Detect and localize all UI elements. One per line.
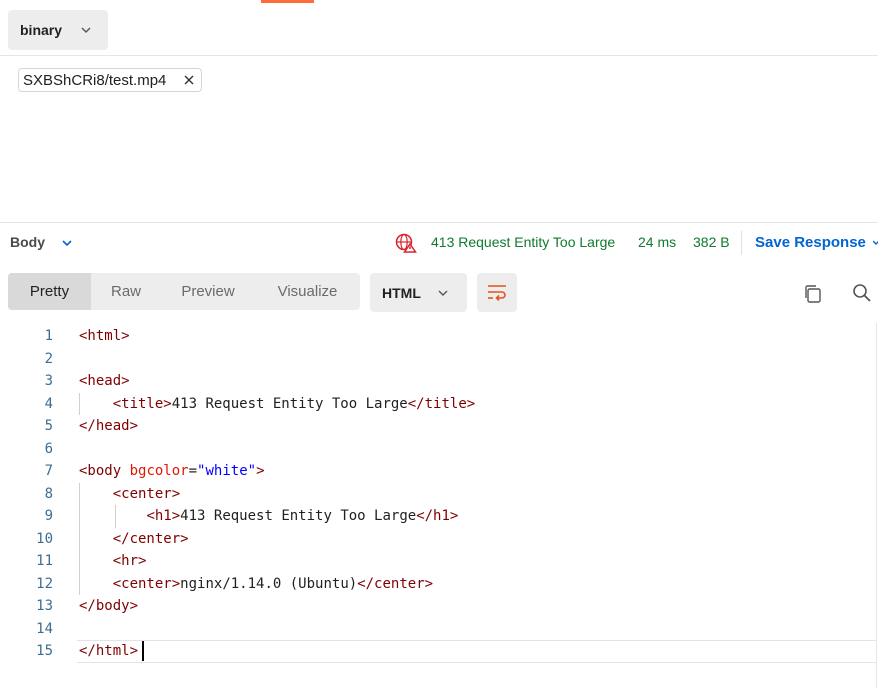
response-size[interactable]: 382 B xyxy=(693,234,730,250)
code-line[interactable]: 7 <body bgcolor="white"> xyxy=(0,460,876,483)
code-line[interactable]: 5 </head> xyxy=(0,415,876,438)
format-label: HTML xyxy=(382,284,421,301)
line-number: 14 xyxy=(36,620,53,637)
editor-border xyxy=(876,323,877,688)
line-content: <title>413 Request Entity Too Large</tit… xyxy=(112,395,476,412)
active-tab-indicator xyxy=(261,0,314,3)
text-caret xyxy=(142,641,144,661)
response-view-tabs: Pretty Raw Preview Visualize xyxy=(8,273,360,310)
line-number: 7 xyxy=(44,463,53,479)
code-line[interactable]: 9 <h1>413 Request Entity Too Large</h1> xyxy=(0,505,876,528)
line-number: 11 xyxy=(36,553,53,569)
response-time[interactable]: 24 ms xyxy=(638,234,676,250)
line-number: 15 xyxy=(36,643,53,659)
tab-preview[interactable]: Preview xyxy=(161,273,255,310)
line-number: 2 xyxy=(44,350,53,367)
divider xyxy=(0,55,878,56)
file-name: SXBShCRi8/test.mp4 xyxy=(23,71,167,89)
wrap-lines-icon xyxy=(488,285,506,301)
tab-visualize[interactable]: Visualize xyxy=(255,273,360,310)
body-type-label: binary xyxy=(20,22,63,38)
tab-raw[interactable]: Raw xyxy=(91,273,161,310)
code-line[interactable]: 10 </center> xyxy=(0,527,876,550)
line-content: </body> xyxy=(79,598,139,614)
code-line[interactable]: 2 xyxy=(0,348,876,371)
line-content: </head> xyxy=(79,418,139,434)
line-content: </center> xyxy=(112,530,189,547)
close-icon[interactable] xyxy=(183,74,195,86)
line-content: <center> xyxy=(112,485,181,502)
line-number: 5 xyxy=(44,418,53,434)
line-content: <hr> xyxy=(112,553,147,569)
line-number: 4 xyxy=(44,395,53,412)
line-number: 1 xyxy=(44,328,53,344)
code-line[interactable]: 15 </html> xyxy=(0,640,876,663)
response-body-label[interactable]: Body xyxy=(10,234,45,250)
wrap-lines-button[interactable] xyxy=(477,273,517,312)
line-content: <body bgcolor="white"> xyxy=(79,463,265,479)
code-line[interactable]: 13 </body> xyxy=(0,595,876,618)
code-line[interactable]: 3 <head> xyxy=(0,370,876,393)
code-line[interactable]: 6 xyxy=(0,438,876,461)
code-line[interactable]: 8 <center> xyxy=(0,482,876,505)
line-content: <html> xyxy=(79,328,130,344)
line-number: 13 xyxy=(36,598,53,614)
file-chip[interactable]: SXBShCRi8/test.mp4 xyxy=(18,68,202,92)
chevron-down-icon xyxy=(438,290,448,296)
save-response-button[interactable]: Save Response xyxy=(755,234,866,251)
code-line[interactable]: 12 <center>nginx/1.14.0 (Ubuntu)</center… xyxy=(0,572,876,595)
code-line[interactable]: 11 <hr> xyxy=(0,550,876,573)
divider xyxy=(0,222,878,223)
body-type-select[interactable]: binary xyxy=(8,10,108,50)
code-editor[interactable]: 1 <html> 2 3 <head> 4 <title>413 Request Enti… xyxy=(0,325,876,663)
line-number: 12 xyxy=(36,575,53,592)
line-content: <head> xyxy=(79,373,130,389)
chevron-down-icon xyxy=(81,27,91,33)
format-select[interactable]: HTML xyxy=(370,273,467,312)
globe-error-icon xyxy=(395,233,417,253)
code-line[interactable]: 1 <html> xyxy=(0,325,876,348)
copy-icon[interactable] xyxy=(803,284,823,304)
response-status[interactable]: 413 Request Entity Too Large xyxy=(431,234,615,250)
line-number: 9 xyxy=(44,508,53,524)
line-content: <center>nginx/1.14.0 (Ubuntu)</center> xyxy=(112,575,434,592)
divider xyxy=(741,231,742,255)
line-number: 6 xyxy=(44,440,53,457)
tab-pretty[interactable]: Pretty xyxy=(8,273,91,310)
chevron-down-icon[interactable] xyxy=(873,238,878,248)
line-content: <h1>413 Request Entity Too Large</h1> xyxy=(146,508,459,524)
line-content: </html> xyxy=(79,643,139,659)
chevron-down-icon[interactable] xyxy=(61,237,73,249)
line-number: 10 xyxy=(36,530,53,547)
line-number: 8 xyxy=(44,485,53,502)
search-icon[interactable] xyxy=(852,283,872,303)
code-line[interactable]: 14 xyxy=(0,618,876,641)
line-number: 3 xyxy=(44,373,53,389)
code-line[interactable]: 4 <title>413 Request Entity Too Large</t… xyxy=(0,392,876,415)
